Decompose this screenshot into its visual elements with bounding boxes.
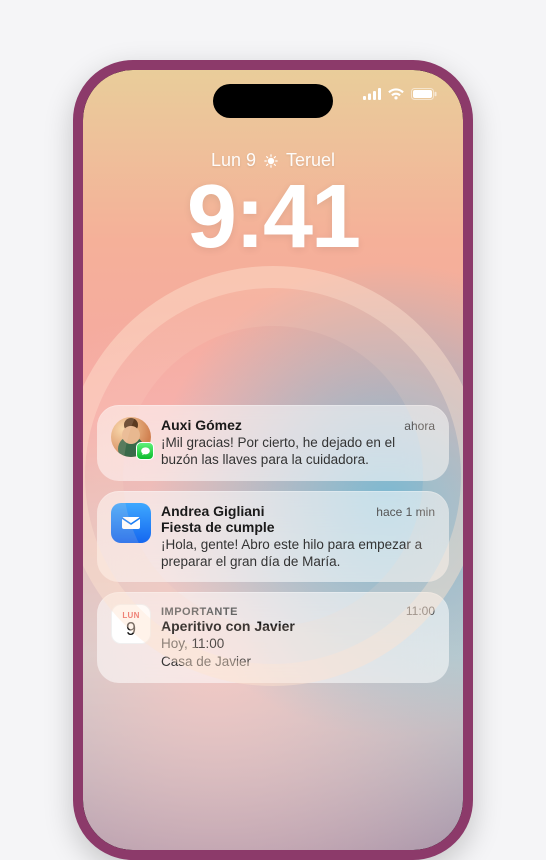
notification-mail[interactable]: Andrea Gigliani hace 1 min Fiesta de cum… bbox=[97, 491, 449, 583]
calendar-icon: LUN 9 bbox=[111, 604, 151, 644]
notification-line2: Hoy, 11:00 bbox=[161, 635, 435, 652]
battery-icon bbox=[411, 88, 437, 100]
dynamic-island[interactable] bbox=[213, 84, 333, 118]
notification-body: ¡Hola, gente! Abro este hilo para empeza… bbox=[161, 536, 435, 571]
mail-icon bbox=[111, 503, 151, 543]
notification-stack: Auxi Gómez ahora ¡Mil gracias! Por ciert… bbox=[97, 405, 449, 683]
calendar-dom: 9 bbox=[126, 620, 136, 638]
notification-overline: IMPORTANTE bbox=[161, 606, 238, 618]
cellular-icon bbox=[363, 88, 381, 100]
notification-line3: Casa de Javier bbox=[161, 653, 435, 670]
notification-body: ¡Mil gracias! Por cierto, he dejado en e… bbox=[161, 434, 435, 469]
notification-subject: Fiesta de cumple bbox=[161, 519, 435, 535]
phone-frame: Lun 9 Teruel 9:41 Auxi Gómez ahora bbox=[73, 60, 473, 860]
notification-sender: Auxi Gómez bbox=[161, 417, 242, 433]
lock-screen[interactable]: Lun 9 Teruel 9:41 Auxi Gómez ahora bbox=[83, 70, 463, 850]
messages-icon bbox=[136, 442, 154, 460]
notification-time: hace 1 min bbox=[376, 505, 435, 519]
notification-time: 11:00 bbox=[406, 604, 435, 618]
wifi-icon bbox=[387, 88, 405, 100]
notification-calendar[interactable]: LUN 9 IMPORTANTE 11:00 Aperitivo con Jav… bbox=[97, 592, 449, 683]
avatar bbox=[111, 417, 151, 457]
notification-sender: Andrea Gigliani bbox=[161, 503, 264, 519]
notification-time: ahora bbox=[404, 419, 435, 433]
notification-title: Aperitivo con Javier bbox=[161, 618, 435, 634]
clock: 9:41 bbox=[83, 166, 463, 269]
notification-messages[interactable]: Auxi Gómez ahora ¡Mil gracias! Por ciert… bbox=[97, 405, 449, 481]
status-bar bbox=[363, 88, 437, 100]
